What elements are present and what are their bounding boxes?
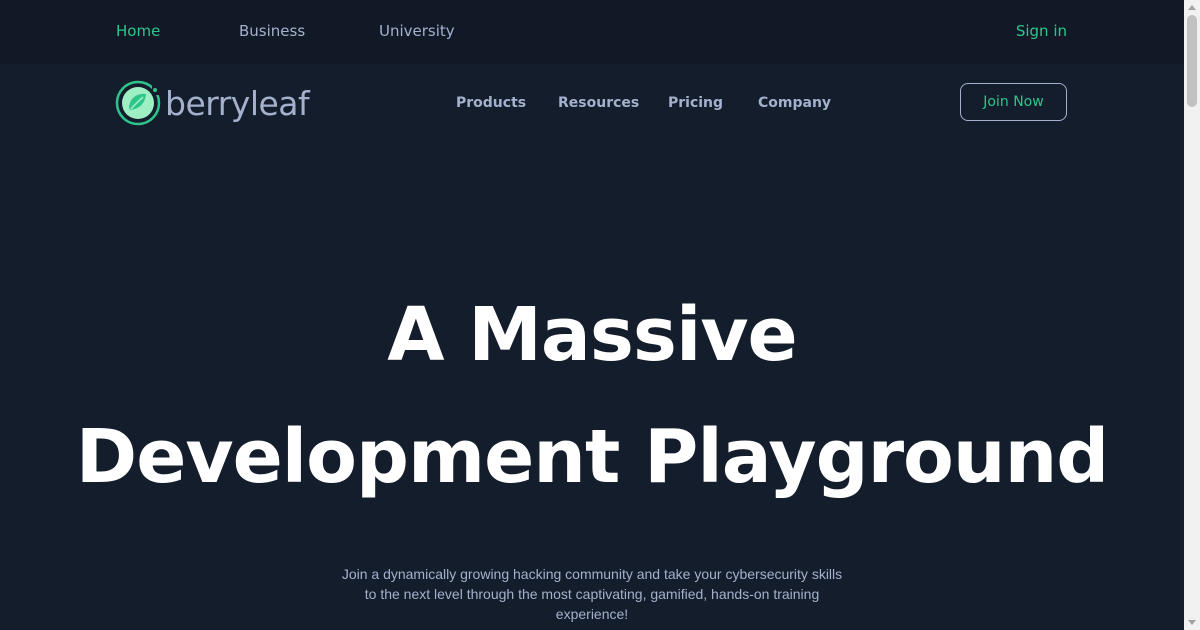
page: Home Business University Sign in berryle… — [0, 0, 1184, 630]
leaf-icon — [115, 80, 161, 126]
scroll-thumb[interactable] — [1187, 15, 1197, 107]
hero-title-line-1: A Massive — [387, 292, 798, 378]
brand-logo[interactable]: berryleaf — [115, 80, 310, 126]
nav-item-company[interactable]: Company — [758, 95, 831, 111]
top-link-business[interactable]: Business — [239, 22, 305, 40]
vertical-scrollbar[interactable] — [1184, 0, 1200, 630]
brand-name: berryleaf — [165, 83, 310, 123]
join-now-button[interactable]: Join Now — [960, 83, 1067, 121]
top-link-home[interactable]: Home — [116, 22, 160, 40]
main-nav: berryleaf Products Resources Pricing Com… — [0, 64, 1184, 142]
sign-in-link[interactable]: Sign in — [1016, 22, 1067, 40]
nav-item-resources[interactable]: Resources — [558, 95, 639, 111]
hero-title-line-2: Development Playground — [75, 414, 1109, 500]
hero-subtitle: Join a dynamically growing hacking commu… — [341, 566, 843, 622]
top-link-university[interactable]: University — [379, 22, 455, 40]
scroll-down-icon[interactable] — [1188, 620, 1196, 625]
nav-item-pricing[interactable]: Pricing — [668, 95, 723, 111]
nav-item-products[interactable]: Products — [456, 95, 526, 111]
top-bar: Home Business University Sign in — [0, 0, 1184, 64]
scroll-up-icon[interactable] — [1188, 5, 1196, 10]
